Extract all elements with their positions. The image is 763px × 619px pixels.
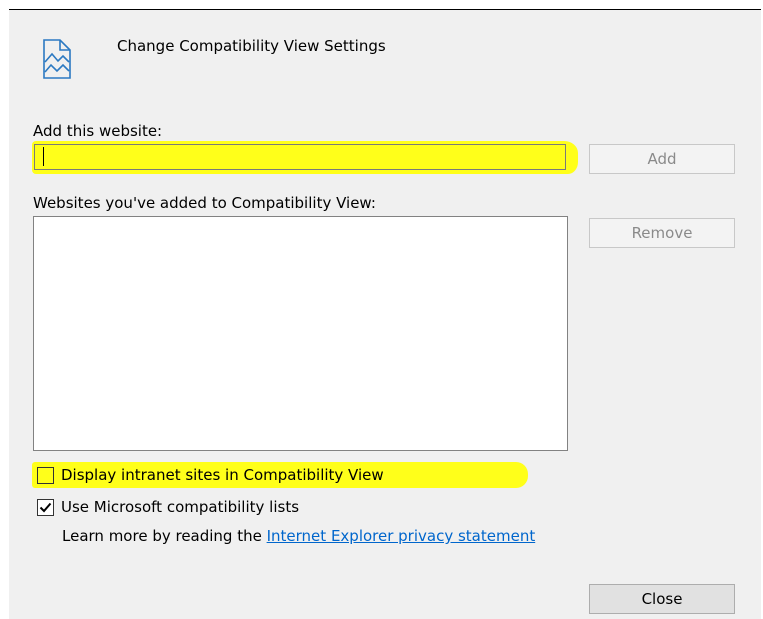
privacy-statement-link[interactable]: Internet Explorer privacy statement bbox=[267, 527, 536, 545]
close-button[interactable]: Close bbox=[589, 584, 735, 614]
intranet-checkbox-label[interactable]: Display intranet sites in Compatibility … bbox=[61, 466, 384, 484]
dialog-title: Change Compatibility View Settings bbox=[117, 37, 386, 55]
learn-more-prefix: Learn more by reading the bbox=[62, 527, 267, 545]
text-caret bbox=[43, 147, 44, 166]
checkmark-icon bbox=[39, 502, 52, 513]
add-website-input[interactable] bbox=[34, 144, 566, 170]
compatibility-view-icon bbox=[42, 38, 72, 80]
compat-view-dialog: Change Compatibility View Settings Add t… bbox=[9, 9, 761, 619]
ms-lists-checkbox[interactable] bbox=[37, 499, 54, 516]
learn-more-text: Learn more by reading the Internet Explo… bbox=[62, 527, 535, 545]
add-button[interactable]: Add bbox=[589, 144, 735, 174]
added-websites-label: Websites you've added to Compatibility V… bbox=[33, 194, 376, 212]
added-websites-list[interactable] bbox=[33, 216, 568, 451]
add-website-label: Add this website: bbox=[33, 122, 163, 140]
intranet-checkbox[interactable] bbox=[37, 467, 54, 484]
ms-lists-checkbox-label[interactable]: Use Microsoft compatibility lists bbox=[61, 498, 299, 516]
remove-button[interactable]: Remove bbox=[589, 218, 735, 248]
